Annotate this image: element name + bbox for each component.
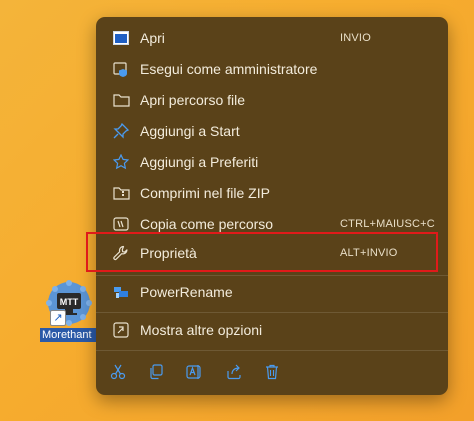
- rename-icon[interactable]: [183, 360, 207, 384]
- menu-item-label: Aggiungi a Preferiti: [140, 154, 259, 170]
- menu-item-powerrename[interactable]: PowerRename: [100, 277, 444, 307]
- annotation-highlight-box: [86, 232, 438, 272]
- menu-item-open-file-location[interactable]: Apri percorso file: [100, 85, 444, 115]
- copy-icon[interactable]: [144, 360, 168, 384]
- menu-item-run-as-admin[interactable]: Esegui come amministratore: [100, 54, 444, 84]
- quick-actions-bar: [96, 357, 448, 387]
- powerrename-icon: [110, 281, 132, 303]
- context-menu: Apri INVIO Esegui come amministratore Ap…: [86, 17, 448, 395]
- menu-item-label: Apri: [140, 30, 165, 46]
- menu-item-show-more-options[interactable]: Mostra altre opzioni: [100, 315, 444, 345]
- menu-item-compress-zip[interactable]: Comprimi nel file ZIP: [100, 178, 444, 208]
- menu-item-label: PowerRename: [140, 284, 233, 300]
- menu-item-add-to-favorites[interactable]: Aggiungi a Preferiti: [100, 147, 444, 177]
- cut-icon[interactable]: [106, 360, 130, 384]
- menu-item-label: Esegui come amministratore: [140, 61, 318, 77]
- desktop-shortcut-label: Morethant: [40, 328, 102, 342]
- menu-separator: [96, 350, 448, 351]
- zip-folder-icon: [110, 182, 132, 204]
- menu-item-label: Copia come percorso: [140, 216, 274, 232]
- menu-item-label: Apri percorso file: [140, 92, 246, 108]
- app-window-icon: [110, 27, 132, 49]
- desktop-shortcut[interactable]: MTT ↗ Morethant: [40, 278, 102, 348]
- menu-separator: [96, 312, 448, 313]
- pin-icon: [110, 120, 132, 142]
- icon-badge-text: MTT: [60, 297, 79, 307]
- menu-item-shortcut: INVIO: [340, 32, 371, 44]
- menu-item-pin-to-start[interactable]: Aggiungi a Start: [100, 116, 444, 146]
- folder-icon: [110, 89, 132, 111]
- menu-separator: [96, 275, 448, 276]
- shortcut-arrow-icon: ↗: [50, 310, 66, 326]
- menu-item-shortcut: CTRL+MAIUSC+C: [340, 218, 435, 230]
- menu-item-label: Aggiungi a Start: [140, 123, 240, 139]
- star-icon: [110, 151, 132, 173]
- menu-item-label: Comprimi nel file ZIP: [140, 185, 270, 201]
- delete-icon[interactable]: [260, 360, 284, 384]
- expand-icon: [110, 319, 132, 341]
- menu-item-label: Mostra altre opzioni: [140, 322, 263, 338]
- share-icon[interactable]: [222, 360, 246, 384]
- shield-admin-icon: [110, 58, 132, 80]
- menu-item-open[interactable]: Apri INVIO: [100, 23, 444, 53]
